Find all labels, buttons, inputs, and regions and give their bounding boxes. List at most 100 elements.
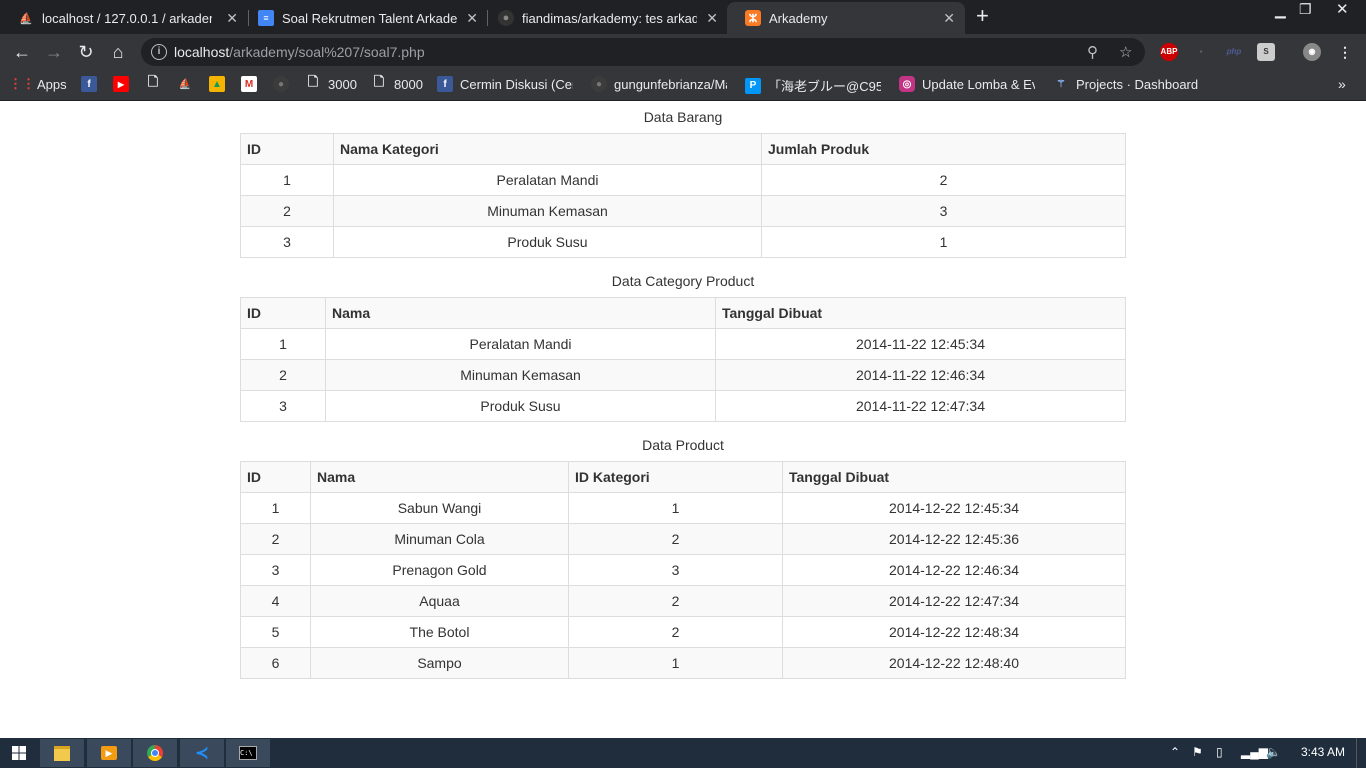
cell-id-kategori: 2: [568, 616, 783, 648]
tab-phpmyadmin[interactable]: ⛵ localhost / 127.0.0.1 / arkademy | ✕: [0, 2, 248, 34]
tab-github[interactable]: ● fiandimas/arkademy: tes arkadem ✕: [480, 2, 728, 34]
table-header-row: ID Nama Tanggal Dibuat: [240, 297, 1126, 329]
vscode-icon[interactable]: ≺: [180, 739, 224, 767]
close-icon[interactable]: ✕: [226, 10, 238, 27]
cell-tanggal-dibuat: 2014-12-22 12:47:34: [782, 585, 1126, 617]
bookmark-photos[interactable]: ▲: [209, 76, 232, 92]
bookmarks-overflow-icon[interactable]: »: [1338, 76, 1346, 92]
data-product-table: ID Nama ID Kategori Tanggal Dibuat 1 Sabu…: [240, 461, 1126, 679]
cell-tanggal-dibuat: 2014-12-22 12:46:34: [782, 554, 1126, 586]
table-caption: Data Category Product: [611, 273, 755, 289]
column-header: ID: [240, 297, 326, 329]
device-icon[interactable]: ▯: [1216, 745, 1223, 759]
bookmark-facebook[interactable]: f: [81, 76, 104, 92]
cell-id: 1: [240, 328, 326, 360]
windows-taskbar: ▶ ≺ C:\ ⌃ ⚑ ▯ ▂▄▆ 🔈 3:43 AM: [0, 738, 1366, 768]
page-icon: 🗋: [373, 74, 385, 89]
column-header: Tanggal Dibuat: [782, 461, 1126, 493]
cmd-icon[interactable]: C:\: [226, 739, 270, 767]
table-row: 4 Aquaa 2 2014-12-22 12:47:34: [240, 585, 1126, 617]
gmail-icon: M: [241, 76, 257, 92]
cell-id: 3: [240, 226, 334, 258]
cell-nama: Produk Susu: [325, 390, 716, 422]
xampp-icon: ⵣ: [745, 10, 761, 26]
bookmark-gitlab[interactable]: ⚚ Projects · Dashboard: [1053, 76, 1199, 92]
phpmyadmin-icon: ⛵: [19, 12, 33, 25]
cell-tanggal-dibuat: 2014-12-22 12:48:34: [782, 616, 1126, 648]
bookmark-pixiv[interactable]: P「海老ブルー@C95日れ: [745, 76, 881, 95]
data-category-product-table: ID Nama Tanggal Dibuat 1 Peralatan Mandi 2…: [240, 297, 1126, 422]
column-header: ID Kategori: [568, 461, 783, 493]
bookmark-star-icon[interactable]: ☆: [1119, 43, 1132, 61]
show-desktop-button[interactable]: [1356, 738, 1357, 768]
tab-arkademy[interactable]: ⵣ Arkademy ✕: [727, 2, 965, 34]
cell-nama: Minuman Kemasan: [325, 359, 716, 391]
column-header: ID: [240, 133, 334, 165]
close-icon[interactable]: ✕: [943, 10, 955, 27]
cell-id: 1: [240, 492, 311, 524]
bookmark-cermin-diskusi[interactable]: fCermin Diskusi (Cerdi: [437, 76, 573, 92]
url-text[interactable]: localhost/arkademy/soal%207/soal7.php: [174, 44, 425, 60]
file-explorer-icon[interactable]: [40, 739, 84, 767]
cell-jumlah-produk: 1: [761, 226, 1126, 258]
bookmark-8000[interactable]: 🗋 8000: [371, 74, 423, 92]
adblock-icon[interactable]: ABP: [1160, 43, 1178, 61]
extension-icon[interactable]: ▪: [1192, 43, 1210, 61]
menu-dots-icon[interactable]: ⋮: [1336, 43, 1354, 61]
pixiv-icon: P: [745, 77, 761, 94]
restore-icon[interactable]: ❐: [1299, 1, 1312, 18]
show-hidden-icons-icon[interactable]: ⌃: [1170, 745, 1180, 759]
new-tab-button[interactable]: +: [976, 5, 989, 27]
bookmark-github[interactable]: ●: [273, 76, 296, 92]
page-icon: 🗋: [147, 74, 159, 89]
tab-soal-rekrutmen[interactable]: ≡ Soal Rekrutmen Talent Arkademy ✕: [240, 2, 488, 34]
table-row: 3 Prenagon Gold 3 2014-12-22 12:46:34: [240, 554, 1126, 586]
address-bar[interactable]: i localhost/arkademy/soal%207/soal7.php …: [141, 38, 1145, 66]
clock[interactable]: 3:43 AM: [1301, 745, 1345, 759]
home-icon[interactable]: ⌂: [106, 40, 130, 64]
bookmark-apps[interactable]: ⋮⋮ Apps: [9, 76, 67, 92]
php-extension-icon[interactable]: php: [1222, 43, 1246, 61]
media-player-icon[interactable]: ▶: [87, 739, 131, 767]
zoom-search-icon[interactable]: ⚲: [1087, 43, 1098, 61]
cell-nama: Sabun Wangi: [310, 492, 569, 524]
tab-title: localhost / 127.0.0.1 / arkademy |: [42, 10, 212, 26]
bookmark-3000[interactable]: 🗋 3000: [305, 74, 357, 92]
cell-nama: Minuman Cola: [310, 523, 569, 555]
bookmark-gungunfebrianza[interactable]: ● gungunfebrianza/Ma: [591, 76, 727, 92]
s-extension-icon[interactable]: S: [1257, 43, 1275, 61]
browser-toolbar: ← → ↻ ⌂ i localhost/arkademy/soal%207/so…: [0, 34, 1366, 70]
volume-icon[interactable]: 🔈: [1266, 745, 1281, 759]
bookmark-gmail[interactable]: M: [241, 76, 264, 92]
bookmark-phpmyadmin[interactable]: ⛵: [177, 76, 200, 92]
bookmark-instagram[interactable]: ◎ Update Lomba & Eve: [899, 76, 1035, 92]
close-window-icon[interactable]: ✕: [1336, 0, 1349, 18]
bookmark-page[interactable]: 🗋: [145, 74, 168, 92]
cell-jumlah-produk: 3: [761, 195, 1126, 227]
table-header-row: ID Nama Kategori Jumlah Produk: [240, 133, 1126, 165]
forward-icon[interactable]: →: [42, 40, 66, 64]
cell-tanggal-dibuat: 2014-11-22 12:47:34: [715, 390, 1126, 422]
network-icon[interactable]: ▂▄▆: [1241, 745, 1268, 759]
tab-title: fiandimas/arkademy: tes arkadem: [522, 10, 697, 26]
flag-icon[interactable]: ⚑: [1192, 745, 1203, 759]
reload-icon[interactable]: ↻: [74, 40, 98, 64]
column-header: Nama: [325, 297, 716, 329]
column-header: Nama: [310, 461, 569, 493]
bookmark-youtube[interactable]: ▶: [113, 76, 136, 92]
facebook-icon: f: [437, 76, 453, 92]
close-icon[interactable]: ✕: [466, 10, 478, 27]
data-barang-table: ID Nama Kategori Jumlah Produk 1 Peralata…: [240, 133, 1126, 258]
cell-id: 5: [240, 616, 311, 648]
page-content: Data Barang ID Nama Kategori Jumlah Prod…: [0, 101, 1366, 738]
info-icon[interactable]: i: [151, 44, 167, 60]
minimize-icon[interactable]: ▁: [1275, 2, 1286, 19]
profile-avatar-icon[interactable]: ◉: [1303, 43, 1321, 61]
close-icon[interactable]: ✕: [706, 10, 718, 27]
data-barang-section: Data Barang ID Nama Kategori Jumlah Prod…: [240, 101, 1126, 258]
back-icon[interactable]: ←: [10, 40, 34, 64]
windows-start-icon[interactable]: [12, 746, 26, 760]
table-row: 2 Minuman Kemasan 2014-11-22 12:46:34: [240, 359, 1126, 391]
chrome-icon[interactable]: [133, 739, 177, 767]
cell-id: 4: [240, 585, 311, 617]
